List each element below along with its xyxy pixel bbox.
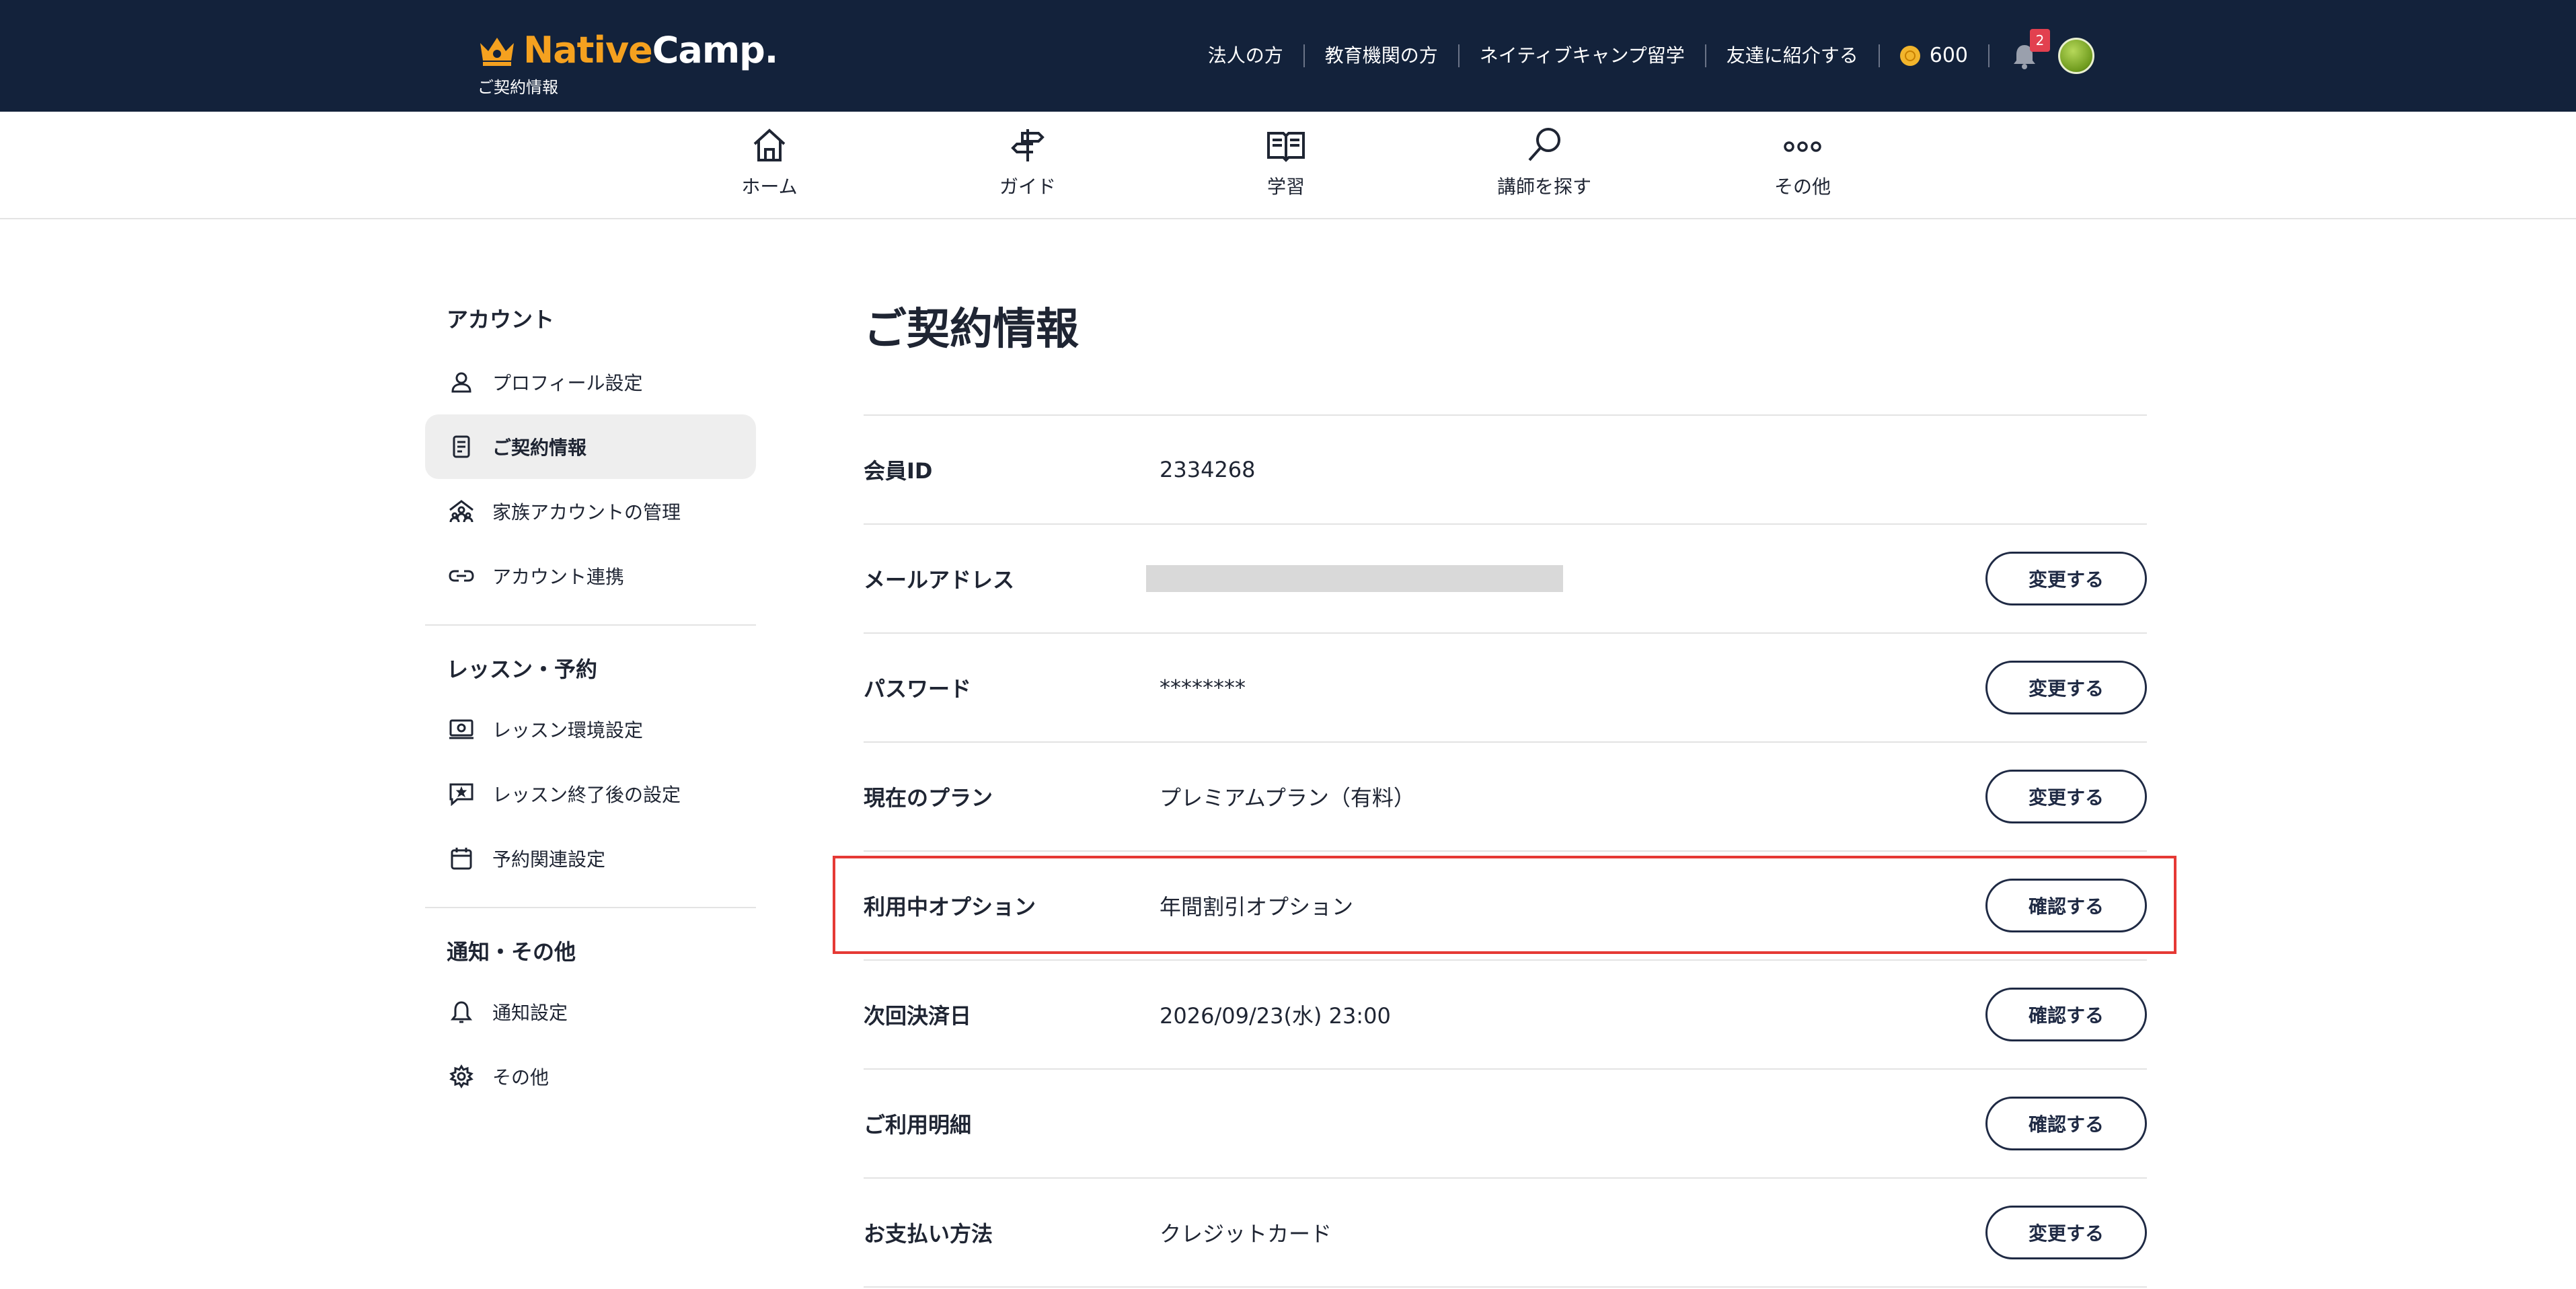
- sidebar-item-profile[interactable]: プロフィール設定: [425, 350, 756, 414]
- sidebar-item-label: 通知設定: [492, 1002, 568, 1024]
- main-content: ご契約情報 会員ID 2334268 メールアドレス 変更する パスワード **…: [864, 296, 2147, 1288]
- coin-count: 600: [1929, 44, 1968, 67]
- user-icon: [448, 369, 475, 396]
- row-label: 会員ID: [864, 458, 933, 484]
- nav-guide[interactable]: ガイド: [960, 125, 1095, 199]
- row-usage-details: ご利用明細 確認する: [864, 1070, 2147, 1179]
- change-email-button[interactable]: 変更する: [1985, 552, 2147, 605]
- sidebar-item-after-lesson[interactable]: レッスン終了後の設定: [425, 762, 756, 826]
- nav-find-teacher-label: 講師を探す: [1497, 176, 1591, 198]
- star-message-icon: [448, 780, 475, 807]
- more-dots-icon: [1784, 141, 1821, 152]
- bell-icon: [448, 998, 475, 1025]
- sidebar-section-lesson: レッスン・予約: [447, 657, 598, 682]
- row-current-plan: 現在のプラン プレミアムプラン（有料） 変更する: [864, 743, 2147, 852]
- link-corporate[interactable]: 法人の方: [1208, 44, 1305, 67]
- page-subtitle: ご契約情報: [478, 78, 558, 97]
- sidebar-item-label: ご契約情報: [492, 437, 587, 459]
- logo-text: NativeCamp.: [523, 28, 778, 71]
- book-icon: [1267, 132, 1305, 162]
- search-icon: [1528, 128, 1560, 161]
- row-password: パスワード ******** 変更する: [864, 634, 2147, 743]
- row-value: クレジットカード: [1160, 1221, 1332, 1247]
- change-password-button[interactable]: 変更する: [1985, 661, 2147, 714]
- sidebar-item-other[interactable]: その他: [425, 1044, 756, 1109]
- sidebar-item-label: レッスン環境設定: [492, 719, 644, 741]
- sidebar-section-notifications: 通知・その他: [447, 939, 576, 965]
- gear-icon: [448, 1063, 475, 1090]
- change-payment-button[interactable]: 変更する: [1985, 1206, 2147, 1259]
- check-option-button[interactable]: 確認する: [1985, 879, 2147, 932]
- sidebar-item-account-link[interactable]: アカウント連携: [425, 544, 756, 608]
- coin-icon: [1899, 46, 1920, 66]
- sidebar-item-label: 予約関連設定: [492, 848, 606, 871]
- notification-button[interactable]: 2: [2010, 29, 2050, 71]
- home-icon: [753, 128, 786, 161]
- row-value: ********: [1160, 675, 1246, 700]
- sidebar-item-label: その他: [492, 1066, 550, 1089]
- row-value: 年間割引オプション: [1160, 894, 1354, 920]
- row-label: パスワード: [864, 676, 972, 702]
- row-value: 2334268: [1160, 457, 1256, 482]
- sidebar-item-lesson-env[interactable]: レッスン環境設定: [425, 697, 756, 762]
- notification-badge: 2: [2030, 29, 2050, 52]
- link-refer-friend[interactable]: 友達に紹介する: [1706, 44, 1880, 67]
- row-member-id: 会員ID 2334268: [864, 416, 2147, 525]
- nav-home[interactable]: ホーム: [702, 125, 837, 199]
- top-bar: NativeCamp. ご契約情報 法人の方 教育機関の方 ネイティブキャンプ留…: [0, 0, 2576, 112]
- nav-study-label: 学習: [1266, 176, 1305, 198]
- row-label: ご利用明細: [864, 1112, 972, 1138]
- sidebar-item-contract[interactable]: ご契約情報: [425, 414, 756, 479]
- check-payment-date-button[interactable]: 確認する: [1985, 988, 2147, 1041]
- row-email: メールアドレス 変更する: [864, 525, 2147, 634]
- nativecamp-logo[interactable]: NativeCamp.: [478, 28, 778, 71]
- sidebar-item-label: アカウント連携: [492, 566, 625, 588]
- row-next-payment: 次回決済日 2026/09/23(水) 23:00 確認する: [864, 961, 2147, 1070]
- sidebar-item-reservation[interactable]: 予約関連設定: [425, 826, 756, 891]
- sidebar: アカウント プロフィール設定 ご契約情報 家族アカウントの管理 アカウント連携 …: [425, 303, 756, 1109]
- sidebar-item-label: 家族アカウントの管理: [492, 501, 681, 523]
- laptop-camera-icon: [448, 716, 475, 743]
- main-nav: ホーム ガイド 学習 講師を探す その他: [0, 112, 2576, 219]
- link-study-abroad[interactable]: ネイティブキャンプ留学: [1460, 44, 1706, 67]
- page-title: ご契約情報: [864, 305, 1079, 355]
- document-icon: [448, 433, 475, 460]
- row-active-option: 利用中オプション 年間割引オプション 確認する: [864, 852, 2147, 961]
- row-label: メールアドレス: [864, 567, 1015, 593]
- nav-home-label: ホーム: [741, 176, 798, 198]
- link-icon: [448, 562, 475, 589]
- row-payment-method: お支払い方法 クレジットカード 変更する: [864, 1179, 2147, 1288]
- family-icon: [448, 498, 475, 525]
- change-plan-button[interactable]: 変更する: [1985, 770, 2147, 823]
- row-label: 現在のプラン: [864, 785, 993, 811]
- crown-icon: [480, 38, 514, 66]
- link-education[interactable]: 教育機関の方: [1305, 44, 1460, 67]
- sidebar-section-account: アカウント: [447, 307, 555, 332]
- sidebar-item-family[interactable]: 家族アカウントの管理: [425, 479, 756, 544]
- coin-balance[interactable]: 600: [1880, 44, 1990, 67]
- sidebar-item-label: プロフィール設定: [492, 372, 643, 394]
- nav-guide-label: ガイド: [999, 176, 1056, 198]
- signpost-icon: [1011, 129, 1045, 161]
- row-label: お支払い方法: [864, 1221, 993, 1247]
- avatar[interactable]: [2058, 38, 2094, 74]
- sidebar-item-notifications[interactable]: 通知設定: [425, 980, 756, 1044]
- contract-info-table: 会員ID 2334268 メールアドレス 変更する パスワード ********…: [864, 414, 2147, 1288]
- nav-study[interactable]: 学習: [1219, 125, 1353, 199]
- check-usage-button[interactable]: 確認する: [1985, 1097, 2147, 1150]
- row-value: 2026/09/23(水) 23:00: [1160, 1003, 1391, 1029]
- nav-other[interactable]: その他: [1735, 125, 1870, 199]
- sidebar-item-label: レッスン終了後の設定: [492, 784, 681, 806]
- header-links: 法人の方 教育機関の方 ネイティブキャンプ留学 友達に紹介する 600 2: [1208, 29, 2094, 74]
- row-label: 利用中オプション: [864, 894, 1036, 920]
- nav-find-teacher[interactable]: 講師を探す: [1477, 125, 1612, 199]
- nav-other-label: その他: [1774, 176, 1831, 198]
- email-masked-value: [1146, 565, 1563, 592]
- calendar-icon: [448, 845, 475, 872]
- row-value: プレミアムプラン（有料）: [1160, 785, 1415, 811]
- row-label: 次回決済日: [864, 1003, 972, 1029]
